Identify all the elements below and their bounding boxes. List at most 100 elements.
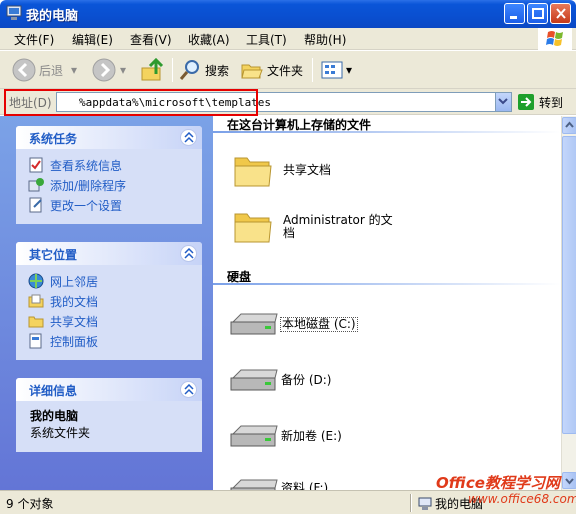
details-header[interactable]: 详细信息 — [16, 378, 202, 401]
hard-drive-icon[interactable] — [229, 310, 279, 338]
documents-folder-icon — [28, 294, 44, 308]
add-remove-icon — [28, 178, 44, 192]
system-tasks-header[interactable]: 系统任务 — [16, 126, 202, 149]
chevron-up-icon — [565, 121, 574, 128]
task-change-setting[interactable]: 更改一个设置 — [28, 195, 192, 215]
menu-favorites[interactable]: 收藏(A) — [188, 31, 230, 48]
views-icon — [321, 61, 343, 79]
up-folder-button[interactable] — [140, 57, 166, 83]
section-divider — [213, 131, 561, 133]
drive-c-item[interactable]: 本地磁盘 (C:) — [280, 317, 358, 332]
search-label: 搜索 — [205, 63, 230, 78]
settings-icon — [29, 197, 42, 213]
views-button[interactable]: ▾ — [320, 57, 352, 83]
details-group: 详细信息 我的电脑 系统文件夹 — [16, 378, 202, 452]
menu-edit[interactable]: 编辑(E) — [72, 31, 113, 48]
window-title: 我的电脑 — [26, 9, 79, 24]
watermark-url: www.office68.com — [468, 492, 576, 506]
details-name: 我的电脑 — [30, 409, 79, 423]
place-control-panel[interactable]: 控制面板 — [28, 331, 192, 351]
minimize-button[interactable] — [504, 3, 525, 24]
menu-help[interactable]: 帮助(H) — [304, 31, 346, 48]
task-label: 查看系统信息 — [50, 158, 123, 173]
task-add-remove-programs[interactable]: 添加/删除程序 — [28, 175, 192, 195]
system-tasks-title: 系统任务 — [29, 132, 78, 146]
go-label: 转到 — [539, 95, 564, 110]
shared-documents-item[interactable]: 共享文档 — [283, 164, 331, 177]
back-dropdown-icon[interactable]: ▾ — [71, 63, 77, 77]
system-info-icon — [29, 157, 43, 173]
chevron-down-icon — [498, 98, 508, 105]
details-title: 详细信息 — [29, 384, 78, 398]
hard-drive-icon[interactable] — [229, 422, 279, 450]
status-divider — [410, 494, 412, 512]
views-dropdown-icon[interactable]: ▾ — [346, 63, 352, 77]
folder-icon[interactable] — [233, 152, 273, 188]
file-view: 在这台计算机上存储的文件 共享文档 Administrator 的文档 硬盘 本… — [213, 116, 561, 501]
minimize-icon — [510, 16, 517, 19]
place-label: 共享文档 — [50, 314, 99, 329]
place-shared-documents[interactable]: 共享文档 — [28, 311, 192, 331]
toolbar-separator — [172, 58, 173, 82]
section-divider — [213, 283, 561, 285]
forward-button[interactable]: ▾ — [92, 57, 126, 83]
admin-documents-item[interactable]: Administrator 的文档 — [283, 214, 399, 240]
title-bar[interactable]: 我的电脑 — [0, 0, 576, 28]
folder-icon[interactable] — [233, 208, 273, 244]
computer-icon — [6, 5, 22, 20]
menu-file[interactable]: 文件(F) — [14, 31, 54, 48]
address-highlight-box — [4, 89, 258, 116]
menu-tools[interactable]: 工具(T) — [246, 31, 287, 48]
folders-button[interactable]: 文件夹 — [240, 57, 303, 83]
folders-label: 文件夹 — [267, 63, 304, 78]
forward-dropdown-icon[interactable]: ▾ — [120, 63, 126, 77]
details-subtitle: 系统文件夹 — [30, 426, 91, 440]
scroll-thumb[interactable] — [562, 136, 576, 434]
maximize-button[interactable] — [527, 3, 548, 24]
menu-bar: 文件(F) 编辑(E) 查看(V) 收藏(A) 工具(T) 帮助(H) — [0, 28, 576, 50]
search-icon — [179, 60, 199, 80]
go-button[interactable]: 转到 — [518, 93, 563, 111]
close-icon — [556, 8, 566, 19]
chevron-down-icon — [565, 478, 574, 485]
collapse-button[interactable] — [180, 245, 197, 262]
forward-arrow-icon — [92, 58, 116, 82]
task-view-system-info[interactable]: 查看系统信息 — [28, 155, 192, 175]
network-icon — [28, 273, 44, 289]
maximize-icon — [532, 8, 544, 19]
back-button[interactable]: 后退 ▾ — [12, 57, 77, 83]
close-button[interactable] — [550, 3, 571, 24]
task-pane: 系统任务 查看系统信息 添加/删除程序 更改一个设置 其它位置 网上邻居 我的文… — [0, 116, 213, 490]
drive-e-item[interactable]: 新加卷 (E:) — [281, 430, 342, 443]
other-places-group: 其它位置 网上邻居 我的文档 共享文档 控制面板 — [16, 242, 202, 360]
up-folder-icon — [141, 58, 164, 81]
go-arrow-icon — [518, 94, 534, 110]
task-label: 添加/删除程序 — [50, 178, 127, 193]
shared-folder-icon — [28, 316, 44, 328]
scroll-down-button[interactable] — [562, 472, 576, 489]
chevron-up-icon — [184, 132, 194, 143]
hard-drive-icon[interactable] — [229, 366, 279, 394]
collapse-button[interactable] — [180, 129, 197, 146]
scroll-up-button[interactable] — [562, 117, 576, 134]
place-my-documents[interactable]: 我的文档 — [28, 291, 192, 311]
address-dropdown-button[interactable] — [495, 93, 511, 111]
menu-view[interactable]: 查看(V) — [130, 31, 172, 48]
chevron-up-icon — [184, 248, 194, 259]
control-panel-icon — [29, 333, 42, 349]
place-network[interactable]: 网上邻居 — [28, 271, 192, 291]
collapse-button[interactable] — [180, 381, 197, 398]
other-places-title: 其它位置 — [29, 248, 78, 262]
computer-icon — [418, 497, 432, 510]
toolbar-separator — [312, 58, 313, 82]
task-label: 更改一个设置 — [50, 198, 123, 213]
search-button[interactable]: 搜索 — [178, 57, 229, 83]
back-arrow-icon — [12, 58, 36, 82]
back-label: 后退 — [39, 63, 64, 78]
system-tasks-group: 系统任务 查看系统信息 添加/删除程序 更改一个设置 — [16, 126, 202, 224]
vertical-scrollbar[interactable] — [561, 116, 576, 490]
other-places-header[interactable]: 其它位置 — [16, 242, 202, 265]
drive-d-item[interactable]: 备份 (D:) — [281, 374, 331, 387]
place-label: 我的文档 — [50, 294, 99, 309]
chevron-up-icon — [184, 384, 194, 395]
